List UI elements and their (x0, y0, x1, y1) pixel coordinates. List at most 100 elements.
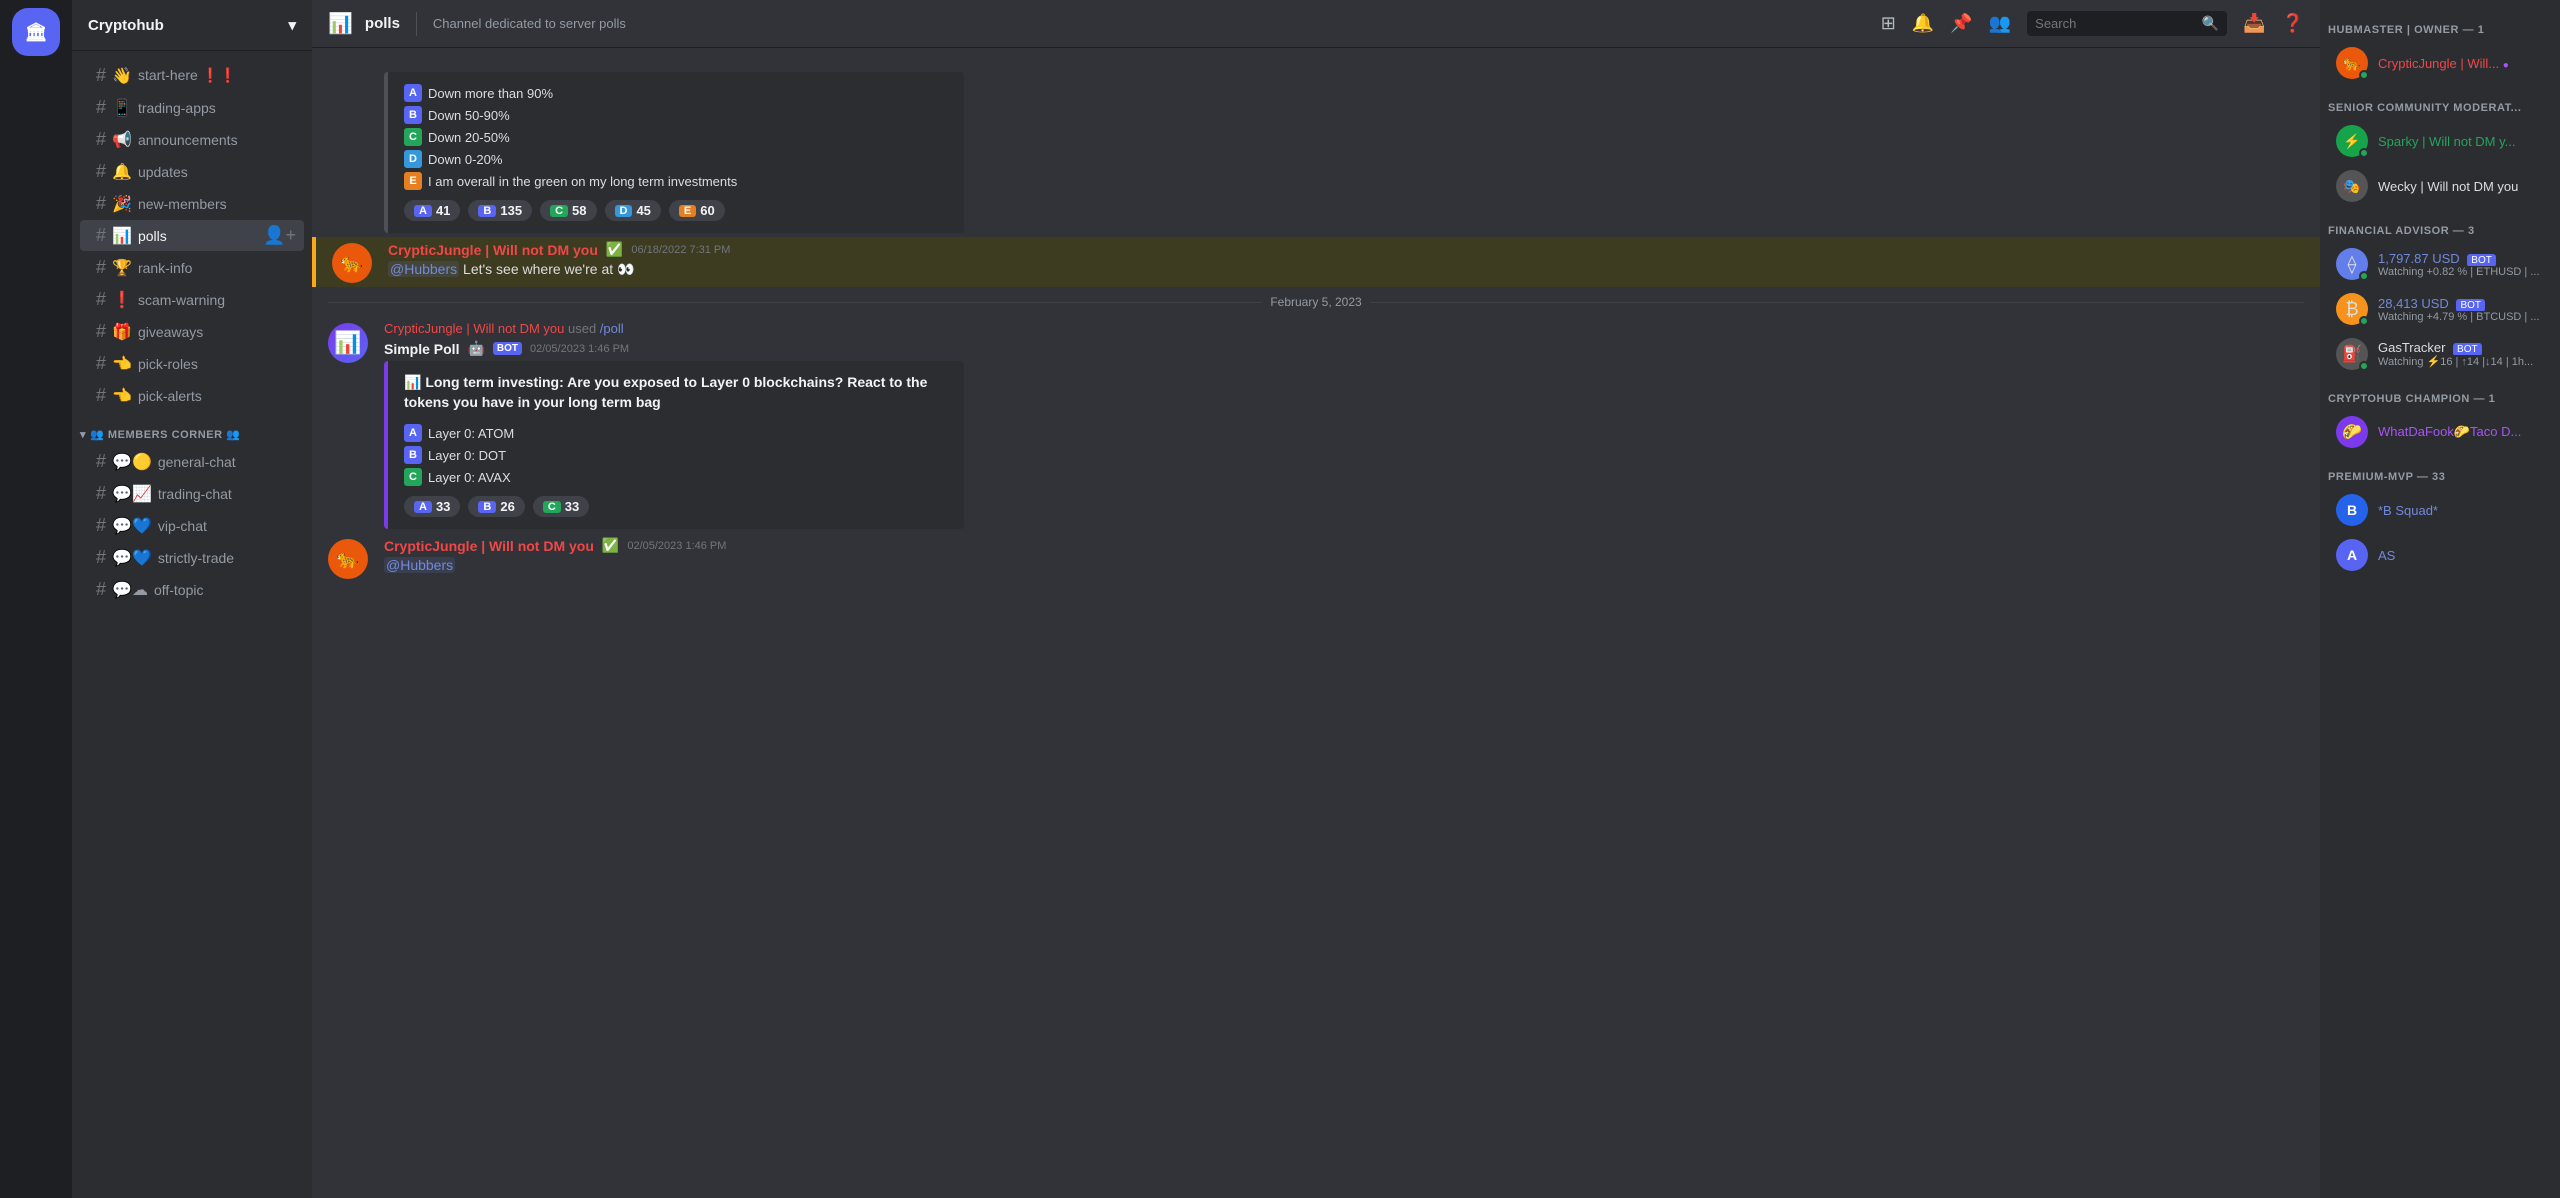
channel-item-vip-chat[interactable]: # 💬💙 vip-chat (80, 510, 304, 541)
channel-item-trading-apps[interactable]: # 📱 trading-apps (80, 92, 304, 123)
hash-icon: # (96, 321, 106, 342)
channel-item-pick-roles[interactable]: # 👈 pick-roles (80, 348, 304, 379)
channel-item-trading-chat[interactable]: # 💬📈 trading-chat (80, 478, 304, 509)
member-gastracker[interactable]: ⛽ GasTracker BOT Watching ⚡16 | ↑14 |↓14… (2328, 332, 2552, 376)
member-info-as: AS (2378, 548, 2544, 563)
member-name-wecky: Wecky | Will not DM you (2378, 179, 2544, 194)
message-timestamp-poll2: 02/05/2023 1:46 PM (530, 343, 629, 355)
member-info-bsquad: *B Squad* (2378, 503, 2544, 518)
verified-icon: ✅ (606, 241, 623, 258)
pin-icon[interactable]: 📌 (1950, 13, 1972, 34)
category-members-corner: ▾ 👥 MEMBERS CORNER 👥 (72, 412, 312, 445)
bot-name: Simple Poll (384, 341, 459, 357)
server-icon-cryptohub[interactable]: 🏛 (12, 8, 60, 56)
member-as[interactable]: A AS (2328, 533, 2552, 577)
topbar-actions: ⊞ 🔔 📌 👥 🔍 📥 ❓ (1881, 11, 2304, 36)
channel-item-scam-warning[interactable]: # ❗ scam-warning (80, 284, 304, 315)
vote-e[interactable]: E 60 (669, 200, 725, 221)
channel-list: # 👋 start-here ❗❗ # 📱 trading-apps # 📢 a… (72, 51, 312, 1198)
vote2-b[interactable]: B 26 (468, 496, 524, 517)
vote2-a[interactable]: A 33 (404, 496, 460, 517)
member-info-eth-bot: 1,797.87 USD BOT Watching +0.82 % | ETHU… (2378, 251, 2544, 278)
hash-icon: # (96, 65, 106, 86)
notification-icon[interactable]: 🔔 (1912, 13, 1934, 34)
member-status-gastracker: Watching ⚡16 | ↑14 |↓14 | 1h... (2378, 355, 2544, 368)
chevron-down-icon: ▾ (288, 16, 296, 34)
online-indicator-btc (2359, 316, 2369, 326)
message-group-poll-options: A Down more than 90% B Down 50-90% C Dow… (312, 64, 2320, 237)
server-name: Cryptohub (88, 17, 164, 34)
channel-item-off-topic[interactable]: # 💬☁ off-topic (80, 574, 304, 605)
bot-face-icon: 🤖 (467, 340, 484, 357)
member-name-gastracker: GasTracker BOT (2378, 340, 2544, 355)
add-user-icon[interactable]: 👤+ (263, 225, 296, 246)
hash-icon: # (96, 129, 106, 150)
message-text-msg3: @Hubbers (384, 556, 2304, 576)
member-wecky[interactable]: 🎭 Wecky | Will not DM you (2328, 164, 2552, 208)
category-premium-mvp: PREMIUM-MVP — 33 (2320, 455, 2560, 487)
bot-badge: BOT (493, 342, 522, 355)
channel-item-strictly-trade[interactable]: # 💬💙 strictly-trade (80, 542, 304, 573)
channel-item-pick-alerts[interactable]: # 👈 pick-alerts (80, 380, 304, 411)
hash-icon: # (96, 353, 106, 374)
threads-icon[interactable]: ⊞ (1881, 13, 1896, 34)
message-content-poll2: CrypticJungle | Will not DM you used /po… (384, 321, 2304, 529)
poll-options-content: A Down more than 90% B Down 50-90% C Dow… (384, 68, 2304, 233)
poll-embed-2: 📊 Long term investing: Are you exposed t… (384, 361, 964, 529)
online-indicator (2359, 70, 2369, 80)
member-btc-bot[interactable]: ₿ 28,413 USD BOT Watching +4.79 % | BTCU… (2328, 287, 2552, 331)
vote-c[interactable]: C 58 (540, 200, 596, 221)
mention-hubbers: @Hubbers (388, 261, 459, 277)
channel-item-rank-info[interactable]: # 🏆 rank-info (80, 252, 304, 283)
member-info-sparky: Sparky | Will not DM y... (2378, 134, 2544, 149)
inbox-icon[interactable]: 📥 (2243, 13, 2265, 34)
verified-icon-2: ✅ (602, 537, 619, 554)
vote-d[interactable]: D 45 (605, 200, 661, 221)
member-bsquad[interactable]: B *B Squad* (2328, 488, 2552, 532)
message-author-msg1[interactable]: CrypticJungle | Will not DM you (388, 242, 598, 258)
category-financial-advisor: FINANCIAL ADVISOR — 3 (2320, 209, 2560, 241)
message-author-msg3[interactable]: CrypticJungle | Will not DM you (384, 538, 594, 554)
poll-option-b: B Down 50-90% (404, 106, 948, 124)
channel-item-updates[interactable]: # 🔔 updates (80, 156, 304, 187)
avatar-crypticjungle-side: 🐆 (2336, 47, 2368, 79)
message-content-msg3: CrypticJungle | Will not DM you ✅ 02/05/… (384, 537, 2304, 579)
member-name-eth: 1,797.87 USD BOT (2378, 251, 2544, 266)
vote2-c[interactable]: C 33 (533, 496, 589, 517)
channel-item-start-here[interactable]: # 👋 start-here ❗❗ (80, 60, 304, 91)
poll2-option-a: A Layer 0: ATOM (404, 424, 948, 442)
server-header[interactable]: Cryptohub ▾ (72, 0, 312, 51)
hash-icon: # (96, 97, 106, 118)
member-status-eth: Watching +0.82 % | ETHUSD | ... (2378, 266, 2544, 278)
category-champion: CRYPTOHUB CHAMPION — 1 (2320, 377, 2560, 409)
hash-icon: # (96, 579, 106, 600)
search-bar[interactable]: 🔍 (2027, 11, 2227, 36)
vote-a[interactable]: A 41 (404, 200, 460, 221)
member-crypticjungle[interactable]: 🐆 CrypticJungle | Will... ● (2328, 41, 2552, 85)
message-group-msg1: 🐆 CrypticJungle | Will not DM you ✅ 06/1… (312, 237, 2320, 287)
member-whatdafook[interactable]: 🌮 WhatDaFook🌮Taco D... (2328, 410, 2552, 454)
search-input[interactable] (2035, 16, 2194, 31)
channel-item-polls[interactable]: # 📊 polls 👤+ (80, 220, 304, 251)
hash-icon: # (96, 547, 106, 568)
used-poll-notice: CrypticJungle | Will not DM you used /po… (384, 321, 2304, 336)
members-icon[interactable]: 👥 (1989, 13, 2011, 34)
help-icon[interactable]: ❓ (2282, 13, 2304, 34)
member-sparky[interactable]: ⚡ Sparky | Will not DM y... (2328, 119, 2552, 163)
vote-b[interactable]: B 135 (468, 200, 532, 221)
channel-polls-icon: 📊 (328, 11, 353, 36)
topbar-channel-name: polls (365, 15, 400, 32)
channel-item-new-members[interactable]: # 🎉 new-members (80, 188, 304, 219)
channel-item-general-chat[interactable]: # 💬🟡 general-chat (80, 446, 304, 477)
member-eth-bot[interactable]: ⟠ 1,797.87 USD BOT Watching +0.82 % | ET… (2328, 242, 2552, 286)
member-name-bsquad: *B Squad* (2378, 503, 2544, 518)
channel-item-giveaways[interactable]: # 🎁 giveaways (80, 316, 304, 347)
member-status-btc: Watching +4.79 % | BTCUSD | ... (2378, 311, 2544, 323)
channel-item-announcements[interactable]: # 📢 announcements (80, 124, 304, 155)
avatar-eth-bot: ⟠ (2336, 248, 2368, 280)
member-info-gastracker: GasTracker BOT Watching ⚡16 | ↑14 |↓14 |… (2378, 340, 2544, 368)
category-senior-mod: SENIOR COMMUNITY MODERAT... (2320, 86, 2560, 118)
hash-icon: # (96, 289, 106, 310)
online-indicator-sparky (2359, 148, 2369, 158)
mention-hubbers-2: @Hubbers (384, 557, 455, 573)
